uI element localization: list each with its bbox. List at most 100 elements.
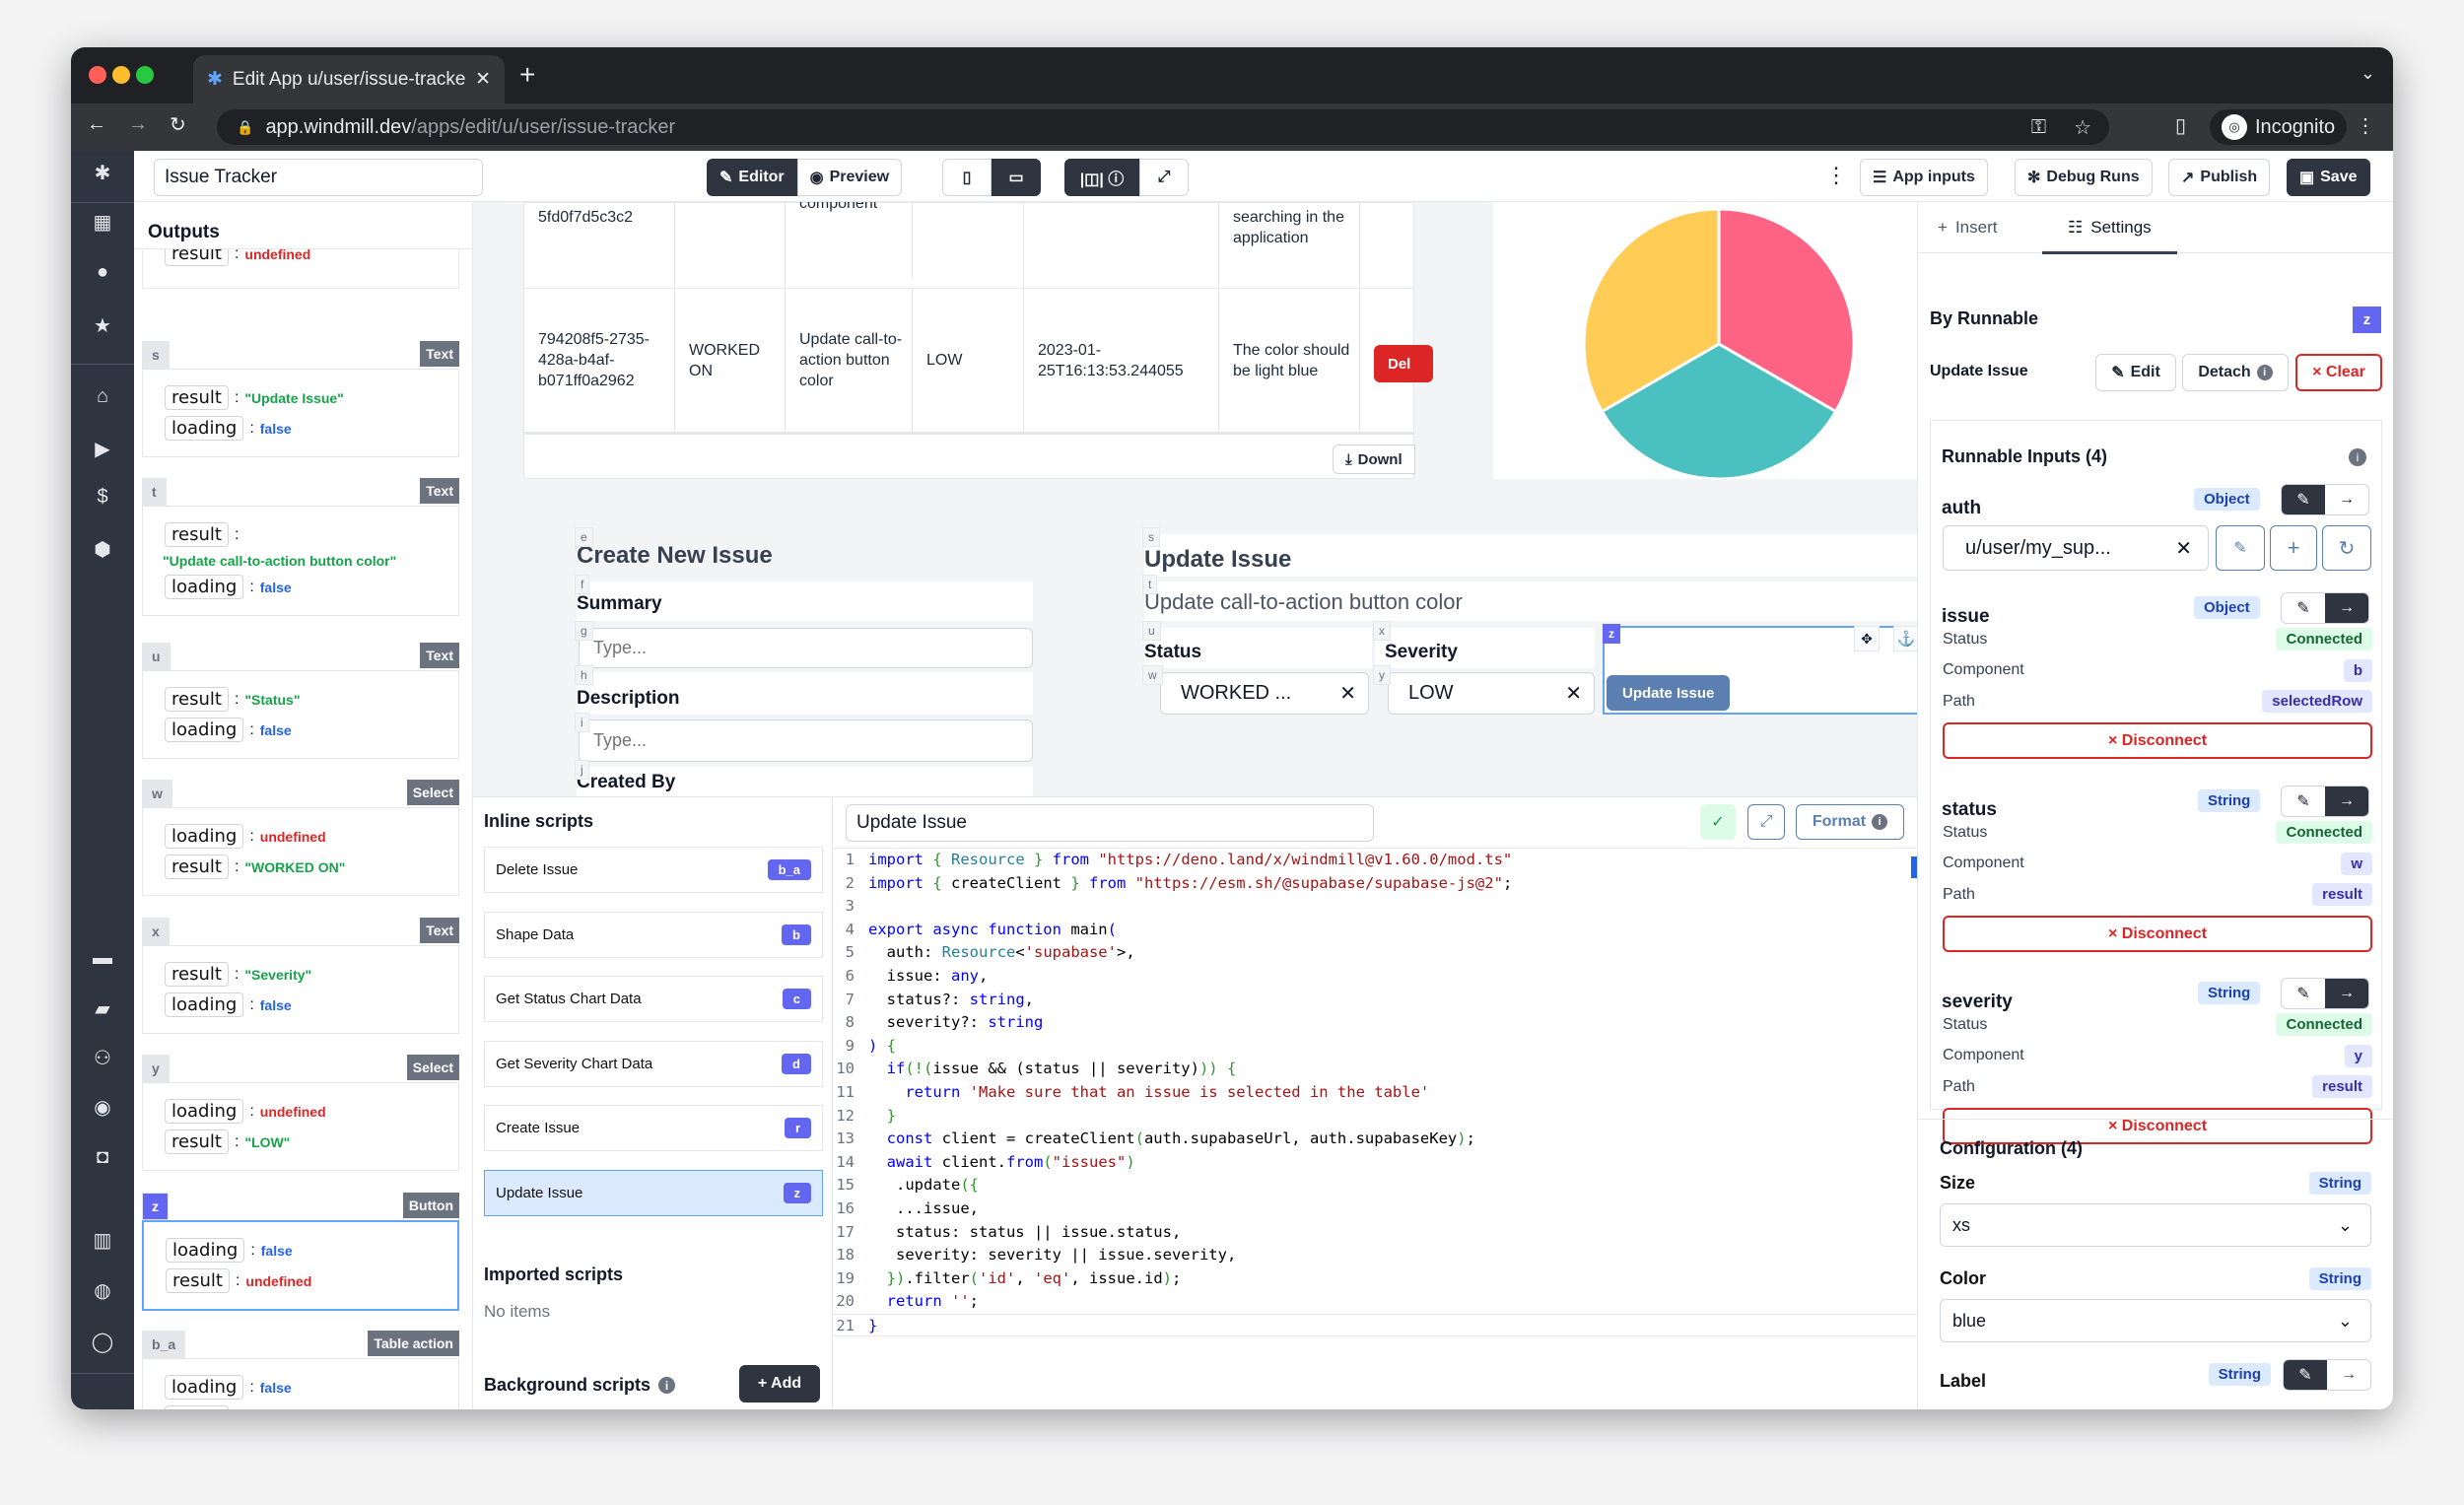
output-card[interactable]: y Select loading: undefined result: "LOW"	[142, 1055, 459, 1171]
connect-mode-arrow-icon[interactable]: →	[2325, 787, 2368, 816]
editor-mode-button[interactable]: ✎ Editor	[707, 159, 797, 196]
component-id-tag[interactable]: f	[575, 575, 590, 594]
connect-mode-arrow-icon[interactable]: →	[2325, 979, 2368, 1008]
component-id-tag[interactable]: z	[1603, 624, 1620, 644]
star-icon[interactable]: ☆	[2074, 115, 2091, 140]
preview-mode-button[interactable]: ◉ Preview	[796, 159, 903, 196]
user-icon[interactable]: ●	[71, 261, 134, 284]
component-id-tag[interactable]: w	[1142, 665, 1163, 685]
component-id-tag[interactable]: i	[575, 713, 589, 732]
update-issue-button[interactable]: Update Issue	[1607, 675, 1731, 711]
update-issue-title[interactable]: Update Issue	[1144, 534, 1917, 577]
app-name-input[interactable]: Issue Tracker	[154, 159, 483, 196]
add-background-script-button[interactable]: + Add	[739, 1365, 820, 1402]
folder-icon[interactable]: ▰	[71, 996, 134, 1021]
forward-icon[interactable]: →	[128, 113, 148, 136]
star-icon[interactable]: ★	[71, 313, 134, 338]
inline-script-item[interactable]: Update Issue z	[484, 1169, 823, 1216]
mobile-view-button[interactable]: ▯	[942, 159, 992, 196]
output-card[interactable]: w Select loading: undefined result: "WORKED O…	[142, 780, 459, 896]
fullscreen-button[interactable]: ⤢	[1139, 159, 1189, 196]
static-mode-pencil-icon[interactable]: ✎	[2284, 1359, 2327, 1390]
browser-menu-icon[interactable]: ⋮	[2356, 113, 2375, 138]
browser-tab[interactable]: ✱ Edit App u/user/issue-tracker ✕	[193, 55, 505, 103]
component-id-tag[interactable]: e	[575, 527, 593, 547]
clear-icon[interactable]: ✕	[2175, 536, 2192, 561]
clear-runnable-button[interactable]: × Clear	[2295, 354, 2382, 391]
output-card[interactable]: z Button loading: false result: undefined	[142, 1193, 459, 1311]
static-mode-pencil-icon[interactable]: ✎	[2282, 979, 2325, 1008]
key-icon[interactable]: ⚿	[2031, 116, 2046, 139]
new-tab-button[interactable]: +	[519, 59, 535, 91]
table-row[interactable]: 5fd0f7d5c3c2 component searching in the ap…	[524, 202, 1413, 289]
eye-icon[interactable]: ◉	[71, 1095, 134, 1120]
status-select[interactable]: WORKED ... ✕	[1160, 672, 1369, 715]
component-id-tag[interactable]: x	[1373, 621, 1391, 641]
inline-script-item[interactable]: Delete Issue b_a	[484, 847, 823, 893]
create-issue-title[interactable]: Create New Issue	[577, 534, 1033, 574]
component-id-tag[interactable]: y	[1373, 665, 1391, 685]
url-field[interactable]: 🔒 app.windmill.dev/apps/edit/u/user/issu…	[217, 109, 2109, 145]
auth-resource-picker[interactable]: u/user/my_sup... ✕	[1943, 525, 2209, 571]
script-name-input[interactable]: Update Issue	[846, 804, 1374, 842]
calendar-icon[interactable]: ▬	[71, 947, 134, 970]
connect-mode-arrow-icon[interactable]: →	[2325, 593, 2368, 623]
output-card[interactable]: u Text result: "Status" loading: false	[142, 643, 459, 759]
created-by-label-component[interactable]: Created By	[577, 767, 1033, 796]
delete-button[interactable]: Del	[1374, 345, 1433, 382]
output-card[interactable]: s Text result: "Update Issue" loading: false	[142, 341, 459, 457]
summary-input[interactable]	[579, 628, 1033, 668]
cubes-icon[interactable]: ⬢	[71, 537, 134, 562]
github-icon[interactable]: ◯	[71, 1330, 134, 1354]
tab-insert[interactable]: + Insert	[1938, 218, 1997, 238]
disconnect-button[interactable]: × Disconnect	[1943, 916, 2372, 952]
update-button-component[interactable]: ✥ ⚓ Update Issue	[1603, 626, 1917, 715]
arrow-right-icon[interactable]: →	[71, 1400, 134, 1409]
summary-label-component[interactable]: Summary	[577, 581, 1033, 621]
output-card[interactable]: t Text result: "Update call-to-action butto…	[142, 478, 459, 616]
tab-settings[interactable]: ☷ Settings	[2042, 218, 2177, 254]
refresh-resource-button[interactable]: ↻	[2322, 525, 2371, 571]
sidepanel-icon[interactable]: ▯	[2175, 113, 2186, 138]
anchor-icon[interactable]: ⚓	[1893, 626, 1917, 651]
status-label-component[interactable]: Status	[1144, 628, 1372, 668]
format-button[interactable]: Format i	[1796, 804, 1904, 840]
save-button[interactable]: ▣ Save	[2287, 159, 2370, 196]
component-id-tag[interactable]: s	[1142, 527, 1160, 547]
description-input[interactable]	[579, 719, 1033, 762]
component-id-tag[interactable]: h	[575, 665, 593, 685]
minimize-window-button[interactable]	[112, 66, 130, 84]
close-tab-icon[interactable]: ✕	[475, 68, 491, 91]
selected-issue-summary[interactable]: Update call-to-action button color	[1144, 581, 1917, 621]
maximize-window-button[interactable]	[136, 66, 154, 84]
incognito-badge[interactable]: ◎ Incognito	[2210, 109, 2348, 145]
color-select[interactable]: blue ⌄	[1940, 1299, 2371, 1342]
users-icon[interactable]: ⚇	[71, 1046, 134, 1070]
inline-script-item[interactable]: Get Status Chart Data c	[484, 976, 823, 1022]
output-card[interactable]: b_a Table action loading: false result:undef…	[142, 1331, 459, 1409]
disconnect-button[interactable]: × Disconnect	[1943, 722, 2372, 759]
tab-list-chevron-icon[interactable]: ⌄	[2361, 63, 2375, 84]
info-icon[interactable]: i	[658, 1377, 676, 1394]
component-id-tag[interactable]: g	[575, 621, 593, 641]
building-icon[interactable]: ▦	[71, 210, 134, 235]
component-id-tag[interactable]: u	[1142, 621, 1161, 641]
edit-runnable-button[interactable]: ✎ Edit	[2095, 354, 2176, 391]
static-mode-pencil-icon[interactable]: ✎	[2282, 485, 2325, 514]
more-menu-icon[interactable]: ⋮	[1825, 163, 1847, 188]
fixed-width-button[interactable]: |◫| ⓘ	[1064, 159, 1139, 196]
output-card[interactable]: x Text result: "Severity" loading: false	[142, 918, 459, 1034]
book-icon[interactable]: ▥	[71, 1228, 134, 1253]
reload-icon[interactable]: ↻	[170, 112, 186, 137]
issues-table[interactable]: 5fd0f7d5c3c2 component searching in the ap…	[523, 202, 1433, 479]
dollar-icon[interactable]: $	[71, 486, 134, 509]
close-window-button[interactable]	[89, 66, 106, 84]
info-icon[interactable]: i	[2349, 448, 2366, 466]
severity-label-component[interactable]: Severity	[1375, 628, 1595, 668]
home-icon[interactable]: ⌂	[71, 385, 134, 408]
detach-button[interactable]: Detach i	[2182, 354, 2289, 391]
status-pie-chart[interactable]	[1493, 202, 1917, 481]
connect-mode-arrow-icon[interactable]: →	[2327, 1360, 2370, 1390]
static-mode-pencil-icon[interactable]: ✎	[2282, 787, 2325, 816]
severity-select[interactable]: LOW ✕	[1388, 672, 1595, 715]
